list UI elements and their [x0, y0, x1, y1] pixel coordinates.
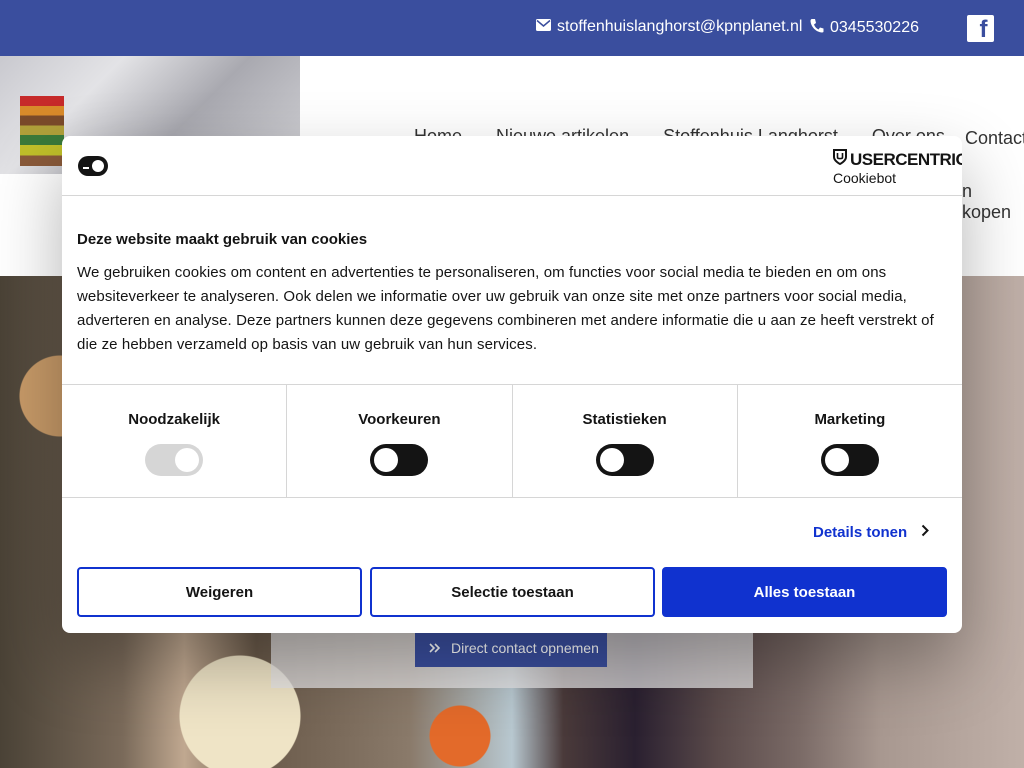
category-statistieken: Statistieken	[513, 385, 738, 497]
dialog-header: USERCENTRICS Cookiebot	[62, 136, 962, 196]
brand-name: USERCENTRICS	[850, 149, 962, 169]
category-label: Marketing	[814, 411, 886, 428]
category-marketing: Marketing	[738, 385, 962, 497]
cookie-consent-dialog: USERCENTRICS Cookiebot Deze website maak…	[62, 136, 962, 633]
dialog-body: We gebruiken cookies om content en adver…	[77, 264, 934, 353]
toggle-statistieken[interactable]	[595, 444, 654, 476]
toggle-noodzakelijk	[145, 444, 204, 476]
brand-sub: Cookiebot	[833, 170, 897, 186]
cookie-consent-icon	[77, 154, 109, 183]
email-text: stoffenhuislanghorst@kpnplanet.nl	[557, 18, 803, 35]
direct-contact-button[interactable]: Direct contact opnemen	[415, 629, 607, 667]
category-noodzakelijk: Noodzakelijk	[62, 385, 288, 497]
phone-icon	[810, 18, 824, 38]
envelope-icon	[536, 18, 551, 36]
double-chevron-right-icon	[429, 640, 441, 656]
allow-all-button[interactable]: Alles toestaan	[662, 567, 947, 617]
toggle-marketing[interactable]	[820, 444, 879, 476]
toggle-voorkeuren[interactable]	[370, 444, 429, 476]
deny-button[interactable]: Weigeren	[77, 567, 362, 617]
usercentrics-logo[interactable]: USERCENTRICS Cookiebot	[833, 149, 962, 186]
category-label: Noodzakelijk	[128, 411, 220, 428]
email-link[interactable]: stoffenhuislanghorst@kpnplanet.nl	[536, 18, 802, 36]
phone-link[interactable]: 0345530226	[810, 18, 919, 38]
fabric-swatch-image	[20, 96, 64, 166]
dialog-title: Deze website maakt gebruik van cookies	[77, 231, 368, 248]
top-bar: stoffenhuislanghorst@kpnplanet.nl 034553…	[0, 0, 1024, 56]
shield-icon	[833, 149, 847, 170]
direct-contact-label: Direct contact opnemen	[451, 640, 599, 656]
chevron-right-icon	[921, 524, 930, 541]
facebook-icon[interactable]: f	[967, 15, 994, 42]
category-label: Statistieken	[582, 411, 667, 428]
details-label: Details tonen	[813, 524, 908, 541]
nav-item-kopen[interactable]: n kopen	[962, 181, 1024, 223]
category-voorkeuren: Voorkeuren	[287, 385, 513, 497]
details-toggle-link[interactable]: Details tonen	[813, 524, 930, 541]
consent-categories: Noodzakelijk Voorkeuren Statistieken Mar…	[62, 384, 962, 498]
category-label: Voorkeuren	[358, 411, 441, 428]
allow-selection-button[interactable]: Selectie toestaan	[370, 567, 655, 617]
nav-item-contact[interactable]: Contact	[965, 128, 1024, 149]
phone-text: 0345530226	[830, 19, 919, 36]
